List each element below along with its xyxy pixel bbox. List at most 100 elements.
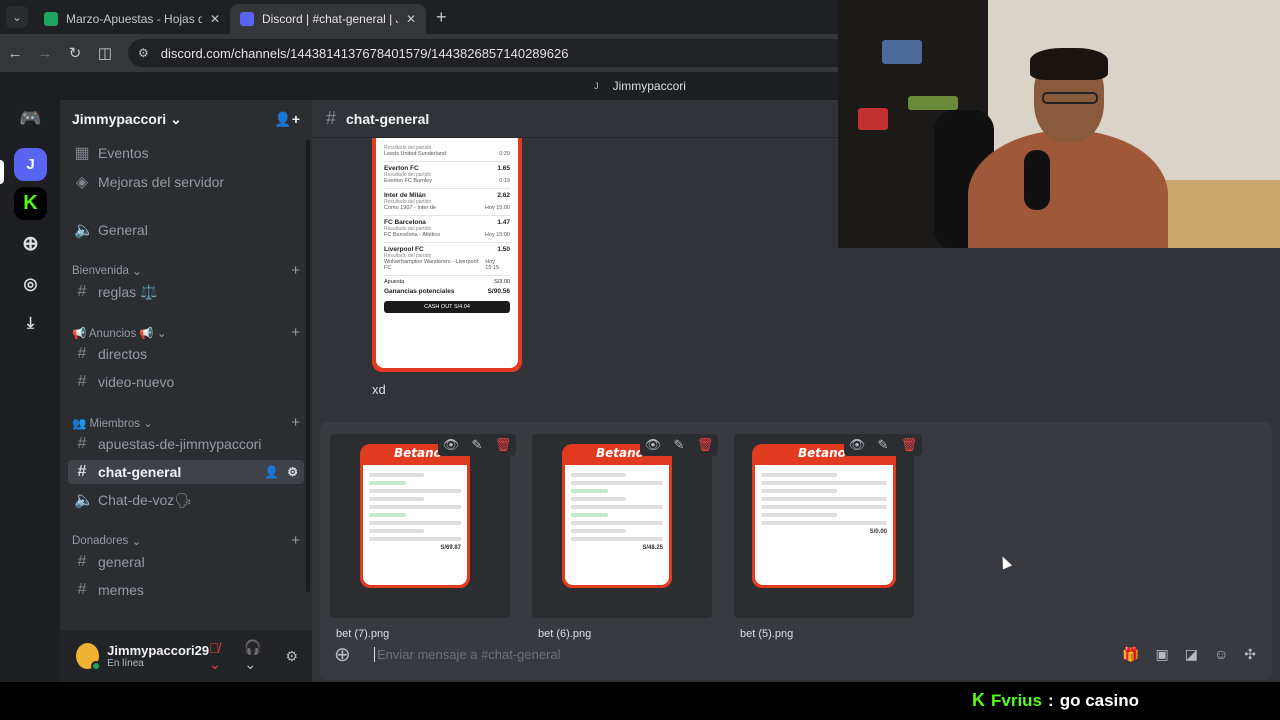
apps-icon[interactable]: ✣ <box>1244 646 1256 663</box>
channel-apuestas[interactable]: # apuestas-de-jimmypaccori <box>68 432 304 456</box>
hash-icon: # <box>77 581 87 598</box>
headphones-icon[interactable]: 🎧 ⌄ <box>244 639 271 673</box>
tab-discord[interactable]: Discord | #chat-general | Jimmy ✕ <box>230 4 426 34</box>
download-icon[interactable]: ⤓ <box>14 307 47 340</box>
attachment-preview: Betano S/0.00 <box>752 444 896 588</box>
channel-memes[interactable]: # memes <box>68 578 304 602</box>
hash-icon: # <box>77 463 87 480</box>
split-view-icon[interactable]: ◫ <box>90 44 120 62</box>
channel-label: Eventos <box>98 145 149 161</box>
sidebar-item-mejoras[interactable]: ◈ Mejoras del servidor <box>68 170 304 194</box>
add-channel-icon[interactable]: + <box>291 262 300 279</box>
channel-general[interactable]: # general <box>68 550 304 574</box>
channel-reglas[interactable]: # reglas ⚖️ <box>68 280 304 304</box>
attachment-preview: Betano S/48.25 <box>562 444 672 588</box>
channel-label: general <box>98 554 145 570</box>
preview-slip: S/48.25 <box>565 465 669 585</box>
server-kick-icon[interactable]: K <box>14 187 47 220</box>
gear-icon[interactable]: ⚙ <box>287 465 298 479</box>
channel-directos[interactable]: # directos <box>68 342 304 366</box>
invite-icon[interactable]: 👤 <box>264 465 279 479</box>
kick-icon: K <box>972 690 985 710</box>
hash-icon: # <box>77 345 87 362</box>
trash-icon[interactable]: 🗑 <box>692 434 718 456</box>
channel-label: General <box>98 222 148 238</box>
add-channel-icon[interactable]: + <box>291 414 300 431</box>
server-jimmypaccori[interactable]: J <box>14 148 47 181</box>
explore-icon[interactable]: ◎ <box>14 267 47 300</box>
channel-title: chat-general <box>346 110 430 127</box>
chevron-down-icon: ⌄ <box>131 535 142 548</box>
channel-video-nuevo[interactable]: # video-nuevo <box>68 370 304 394</box>
category-anuncios[interactable]: 📢 Anuncios 📢 ⌄ + <box>72 324 300 341</box>
channel-chat-general[interactable]: # chat-general 👤 ⚙ <box>68 460 304 484</box>
discord-icon <box>240 12 254 26</box>
invite-people-icon[interactable]: 👤+ <box>274 111 300 128</box>
attach-plus-icon[interactable]: ⊕ <box>334 642 358 667</box>
close-tab-icon[interactable]: ✕ <box>406 12 416 26</box>
avatar[interactable] <box>76 643 102 671</box>
add-channel-icon[interactable]: + <box>291 532 300 549</box>
url-bar[interactable]: ⚙ discord.com/channels/14438141376784015… <box>128 39 948 67</box>
eye-icon[interactable]: 👁 <box>640 434 666 456</box>
voice-channel-chat-de-voz[interactable]: 🔈 Chat-de-voz🗣 <box>68 488 304 512</box>
cashout-button: CASH OUT S/4.04 <box>384 301 510 313</box>
emoji-icon[interactable]: ☺ <box>1214 646 1228 663</box>
message-image[interactable]: Resultado del partido Leeds United Sunde… <box>372 138 522 372</box>
edit-pencil-icon[interactable]: ✎ <box>870 434 896 456</box>
new-tab-button[interactable]: + <box>436 7 447 28</box>
settings-gear-icon[interactable]: ⚙ <box>285 648 298 665</box>
chevron-down-icon: ⌄ <box>143 417 153 430</box>
edit-pencil-icon[interactable]: ✎ <box>464 434 490 456</box>
gift-icon[interactable]: 🎁 <box>1122 646 1139 663</box>
preview-total: S/69.87 <box>440 545 461 551</box>
reload-icon[interactable]: ↻ <box>60 44 90 62</box>
trash-icon[interactable]: 🗑 <box>896 434 922 456</box>
category-label: 👥 Miembros <box>72 417 140 430</box>
back-icon[interactable]: ← <box>0 45 30 62</box>
category-donadores[interactable]: Donadores ⌄ + <box>72 532 300 549</box>
gif-icon[interactable]: ▣ <box>1156 646 1169 663</box>
hash-icon: # <box>77 283 87 300</box>
webcam-person-hair <box>1030 48 1108 80</box>
edit-pencil-icon[interactable]: ✎ <box>666 434 692 456</box>
server-header[interactable]: Jimmypaccori ⌄ 👤+ <box>60 100 312 138</box>
message-input[interactable]: Enviar mensaje a #chat-general <box>374 646 561 662</box>
sidebar-item-eventos[interactable]: ▦ Eventos <box>68 141 304 165</box>
attachment-preview: Betano S/69.87 <box>360 444 470 588</box>
category-bienvenida[interactable]: Bienvenida ⌄ + <box>72 262 300 279</box>
eye-icon[interactable]: 👁 <box>844 434 870 456</box>
sidebar-scrollbar[interactable] <box>306 140 310 592</box>
close-tab-icon[interactable]: ✕ <box>210 12 220 26</box>
voice-channel-general[interactable]: 🔈 General <box>68 218 304 242</box>
channel-label: Mejoras del servidor <box>98 174 225 190</box>
chat-text: go casino <box>1059 690 1140 710</box>
boost-icon: ◈ <box>75 174 89 191</box>
attachment-bet-6[interactable]: Betano S/48.25 👁 ✎ 🗑 bet (6).png <box>532 434 718 640</box>
site-info-icon[interactable]: ⚙ <box>138 46 149 60</box>
add-channel-icon[interactable]: + <box>291 324 300 341</box>
voice-controls: 🎙̸ ⌄ 🎧 ⌄ ⚙ <box>209 639 298 673</box>
add-server-icon[interactable]: ⊕ <box>14 227 47 260</box>
sticker-icon[interactable]: ◪ <box>1185 646 1198 663</box>
mic-muted-icon[interactable]: 🎙̸ ⌄ <box>209 640 230 673</box>
sheets-icon <box>44 12 58 26</box>
trash-icon[interactable]: 🗑 <box>490 434 516 456</box>
category-miembros[interactable]: 👥 Miembros ⌄ + <box>72 414 300 431</box>
slip-row: Resultado del partido Leeds United Sunde… <box>384 142 510 162</box>
slip-row: Liverpool FC 1.50 Resultado del partido W… <box>384 243 510 276</box>
tab-search-button[interactable]: ⌄ <box>6 6 28 28</box>
hash-icon: # <box>77 373 87 390</box>
user-info[interactable]: Jimmypaccori29 En línea <box>107 643 209 669</box>
forward-icon[interactable]: → <box>30 45 60 62</box>
attachment-bet-5[interactable]: Betano S/0.00 👁 ✎ 🗑 bet (5).png <box>734 434 922 640</box>
attachment-bet-7[interactable]: Betano S/69.87 👁 ✎ 🗑 bet (7).png <box>330 434 516 640</box>
channel-label: memes <box>98 582 144 598</box>
eye-icon[interactable]: 👁 <box>438 434 464 456</box>
webcam-glasses <box>1042 92 1098 104</box>
chat-separator: : <box>1048 690 1054 710</box>
discord-home-icon[interactable]: 🎮 <box>14 102 47 135</box>
speaker-icon: 🔈 <box>74 492 94 509</box>
screen: ⌄ Marzo-Apuestas - Hojas de cálc ✕ Disco… <box>0 0 1280 720</box>
tab-sheets[interactable]: Marzo-Apuestas - Hojas de cálc ✕ <box>34 4 230 34</box>
